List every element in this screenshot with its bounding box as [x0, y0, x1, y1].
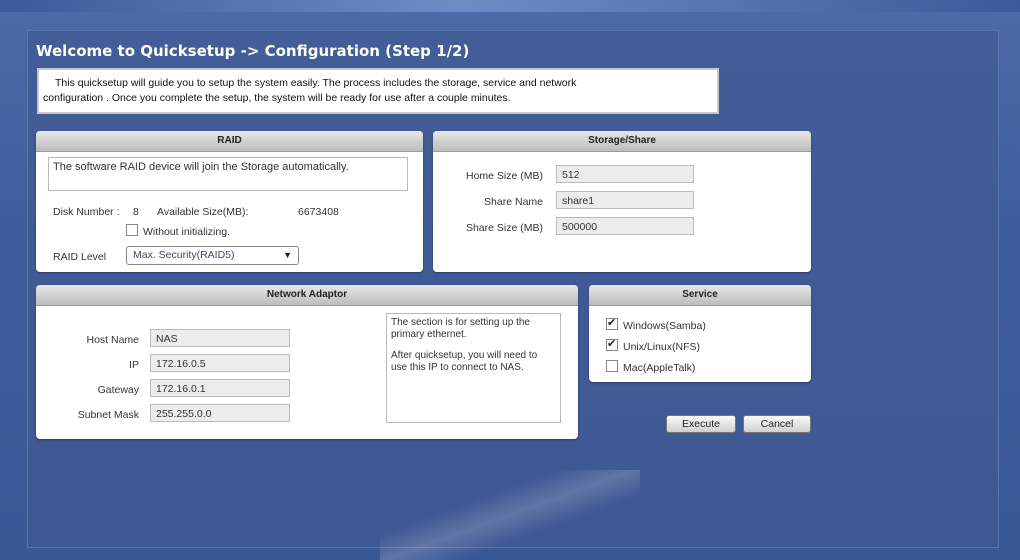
subnet-mask-label: Subnet Mask	[77, 409, 139, 421]
service-option-appletalk[interactable]: Mac(AppleTalk)	[606, 360, 695, 374]
host-name-input[interactable]: NAS	[150, 329, 290, 347]
network-info-2: After quicksetup, you will need to use t…	[391, 350, 538, 373]
intro-box: This quicksetup will guide you to setup …	[37, 68, 719, 114]
storage-panel-header: Storage/Share	[433, 131, 811, 152]
network-panel-header: Network Adaptor	[36, 285, 578, 306]
service-option-nfs[interactable]: Unix/Linux(NFS)	[606, 337, 701, 353]
chevron-down-icon: ▼	[283, 250, 292, 260]
nfs-label: Unix/Linux(NFS)	[623, 341, 701, 353]
gateway-input[interactable]: 172.16.0.1	[150, 379, 290, 397]
page-title: Welcome to Quicksetup -> Configuration (…	[36, 42, 470, 60]
home-size-label: Home Size (MB)	[465, 170, 543, 182]
raid-panel: RAID The software RAID device will join …	[36, 131, 423, 272]
host-name-label: Host Name	[86, 334, 139, 346]
network-adaptor-panel: Network Adaptor Host Name NAS IP 172.16.…	[36, 285, 578, 439]
service-panel-header: Service	[589, 285, 811, 306]
raid-note: The software RAID device will join the S…	[53, 161, 349, 173]
without-initializing-label: Without initializing.	[143, 226, 230, 238]
disk-number-label: Disk Number :	[53, 206, 120, 218]
intro-line-2: configuration . Once you complete the se…	[43, 92, 511, 104]
appletalk-checkbox[interactable]	[606, 360, 618, 372]
appletalk-label: Mac(AppleTalk)	[623, 362, 696, 374]
nfs-checkbox[interactable]	[606, 337, 618, 351]
without-initializing-checkbox[interactable]	[126, 224, 138, 236]
execute-button[interactable]: Execute	[666, 415, 736, 433]
disk-number-value: 8	[133, 206, 139, 218]
raid-level-select[interactable]: Max. Security(RAID5) ▼	[126, 246, 299, 265]
subnet-mask-input[interactable]: 255.255.0.0	[150, 404, 290, 422]
ip-input[interactable]: 172.16.0.5	[150, 354, 290, 372]
share-size-label: Share Size (MB)	[465, 222, 543, 234]
ip-label: IP	[129, 359, 139, 371]
background-shine	[380, 470, 640, 560]
without-initializing-option[interactable]: Without initializing.	[126, 224, 230, 238]
available-size-value: 6673408	[298, 206, 339, 218]
network-info-box: The section is for setting up the primar…	[386, 313, 561, 423]
raid-panel-header: RAID	[36, 131, 423, 152]
top-bar	[0, 0, 1020, 12]
network-info-1: The section is for setting up the primar…	[391, 317, 530, 340]
intro-line-1: This quicksetup will guide you to setup …	[55, 77, 577, 89]
service-option-samba[interactable]: Windows(Samba)	[606, 316, 706, 332]
share-size-input[interactable]: 500000	[556, 217, 694, 235]
share-name-label: Share Name	[484, 196, 543, 208]
raid-note-box: The software RAID device will join the S…	[48, 157, 408, 191]
raid-level-label: RAID Level	[53, 251, 107, 263]
share-name-input[interactable]: share1	[556, 191, 694, 209]
storage-share-panel: Storage/Share Home Size (MB) 512 Share N…	[433, 131, 811, 272]
cancel-button[interactable]: Cancel	[743, 415, 811, 433]
samba-label: Windows(Samba)	[623, 320, 706, 332]
service-panel: Service Windows(Samba) Unix/Linux(NFS) M…	[589, 285, 811, 382]
samba-checkbox[interactable]	[606, 316, 618, 330]
home-size-input[interactable]: 512	[556, 165, 694, 183]
available-size-label: Available Size(MB):	[157, 206, 249, 218]
raid-level-value: Max. Security(RAID5)	[133, 249, 235, 261]
gateway-label: Gateway	[97, 384, 139, 396]
